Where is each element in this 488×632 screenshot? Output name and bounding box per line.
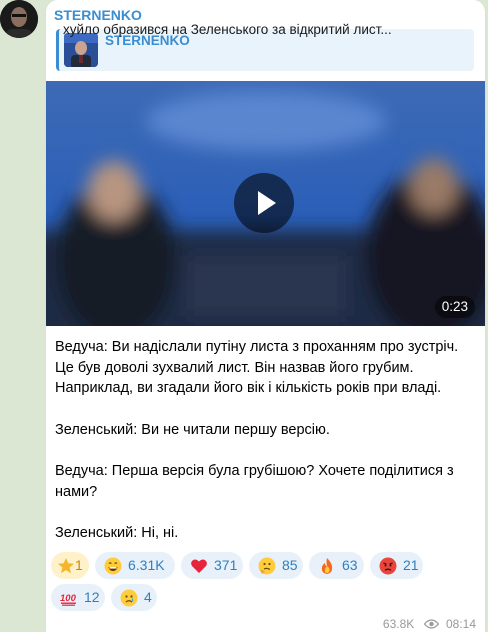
video-duration: 0:23 — [434, 296, 475, 318]
eye-icon — [423, 619, 439, 629]
paragraph: Зеленський: Ви не читали першу версію. — [55, 421, 330, 438]
channel-name[interactable]: STERNENKO — [54, 7, 142, 23]
message-text: Ведуча: Ви надіслали путіну листа з прох… — [55, 337, 475, 565]
reply-text: хуйло образився на Зеленського за відкри… — [63, 22, 392, 37]
reaction-star[interactable]: 1 — [51, 552, 89, 579]
play-icon — [258, 191, 276, 215]
star-icon — [58, 558, 74, 574]
angry-emoji-icon — [379, 557, 397, 575]
paragraph: Ведуча: Ви надіслали путіну листа з прох… — [55, 339, 459, 396]
grin-emoji-icon — [104, 557, 122, 575]
post-time: 08:14 — [445, 616, 476, 631]
svg-text:100: 100 — [60, 593, 77, 604]
reaction-thinking[interactable]: 85 — [249, 552, 303, 579]
heart-icon — [191, 559, 207, 573]
fire-icon — [321, 558, 333, 574]
reply-thumbnail — [64, 33, 98, 67]
sad-emoji-icon — [120, 589, 138, 607]
reaction-heart[interactable]: 371 — [181, 552, 243, 579]
reaction-fire[interactable]: 63 — [309, 552, 364, 579]
reaction-angry[interactable]: 21 — [370, 552, 423, 579]
play-button[interactable] — [234, 173, 294, 233]
paragraph: Зеленський: Ні, ні. — [55, 525, 179, 541]
reaction-grin[interactable]: 6.31K — [95, 552, 175, 579]
reaction-sad[interactable]: 4 — [111, 584, 157, 611]
message-meta: 63.8K 08:14 — [383, 616, 476, 631]
channel-avatar[interactable] — [0, 0, 38, 38]
thinking-emoji-icon — [258, 557, 276, 575]
paragraph: Ведуча: Перша версія була грубішою? Хоче… — [55, 463, 454, 500]
reaction-100[interactable]: 100 12 — [51, 584, 105, 611]
video-player[interactable]: 0:23 — [46, 81, 485, 326]
hundred-icon: 100 — [60, 593, 77, 606]
view-count: 63.8K — [382, 616, 415, 631]
